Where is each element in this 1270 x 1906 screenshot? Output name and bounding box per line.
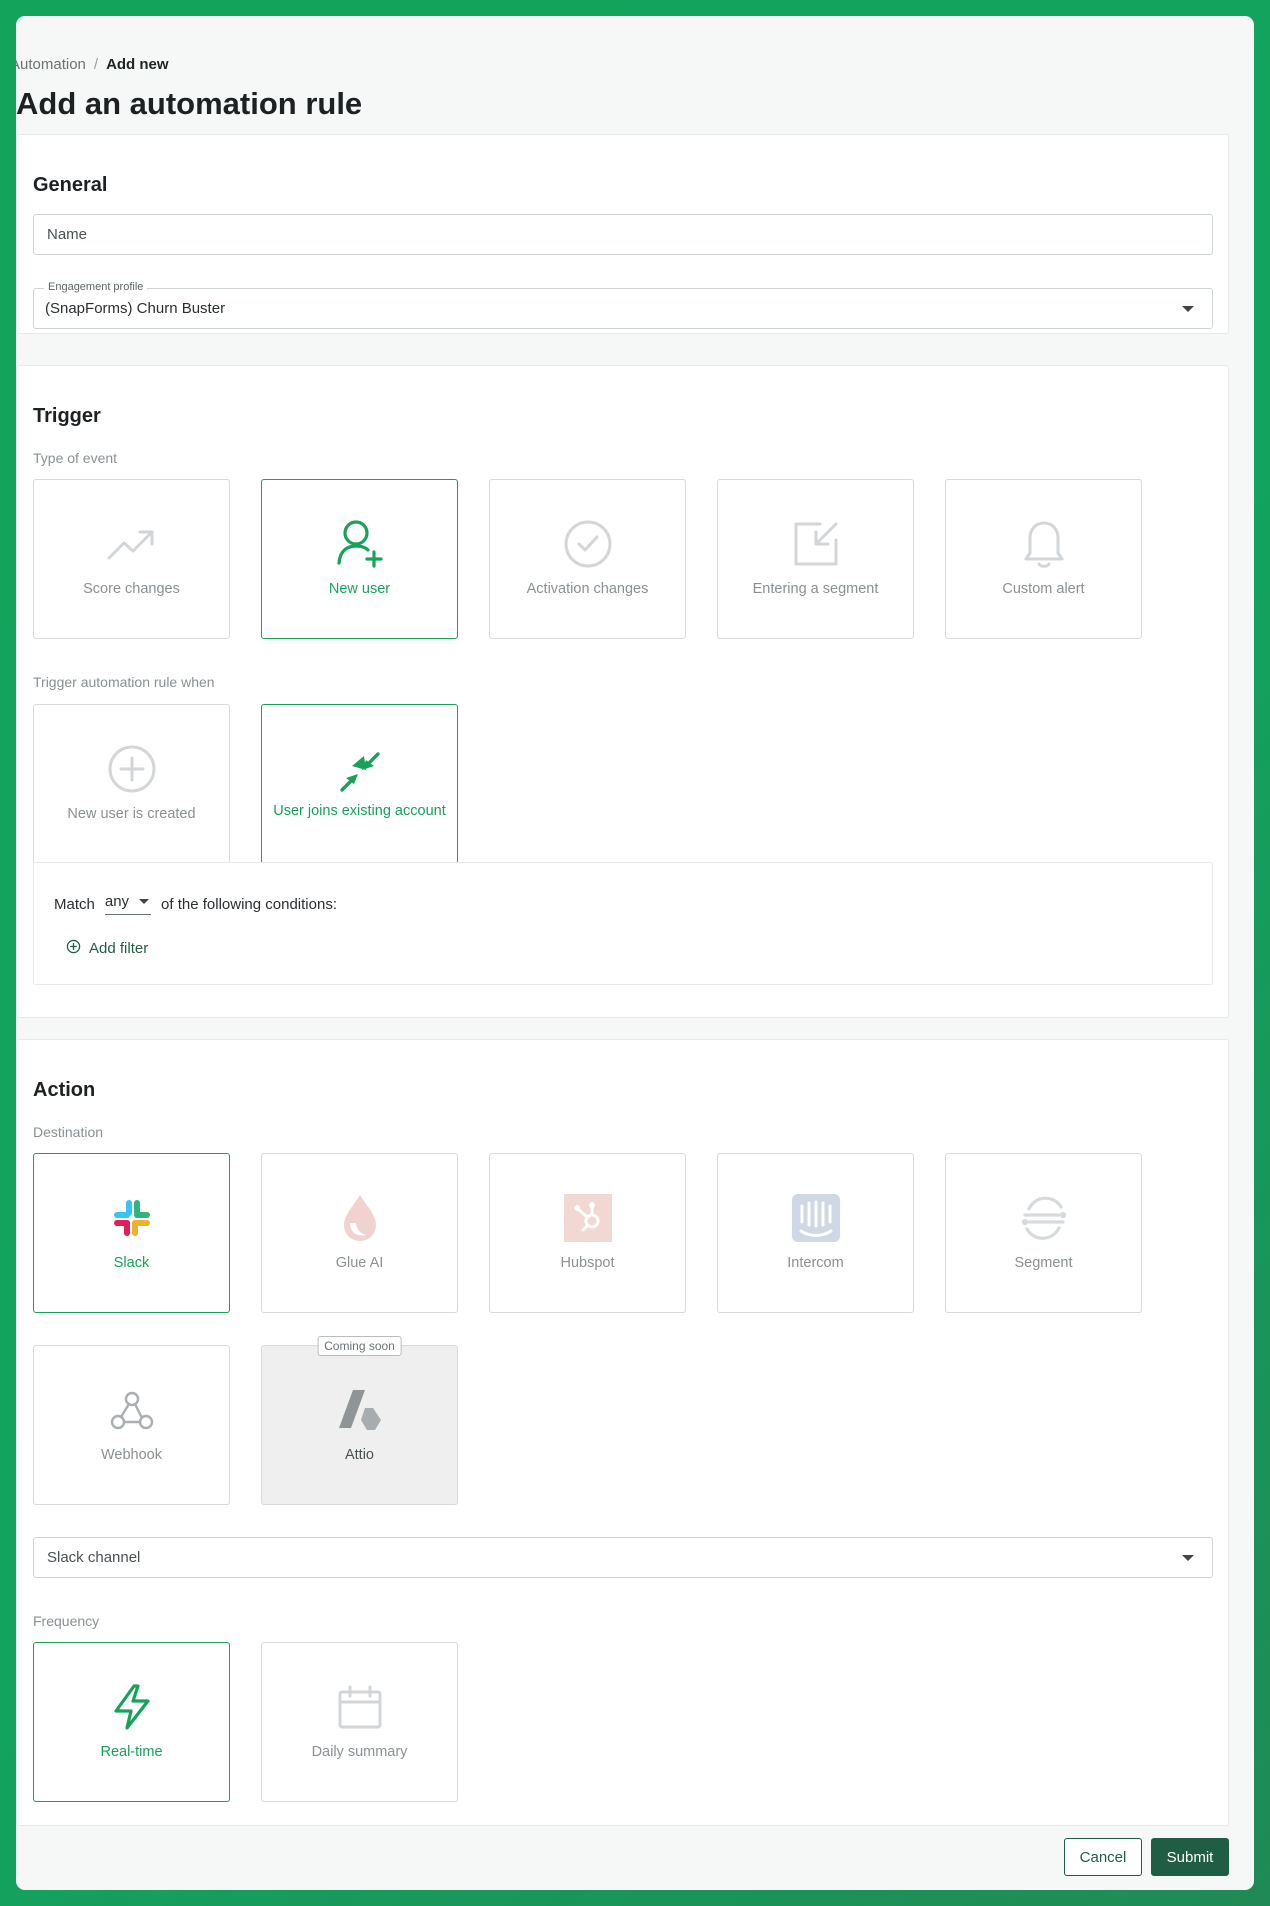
name-placeholder: Name xyxy=(47,226,88,243)
match-prefix: Match xyxy=(54,895,95,913)
intercom-icon xyxy=(791,1192,840,1244)
arrows-in-icon xyxy=(338,746,382,798)
chevron-down-icon xyxy=(139,899,150,904)
tile-label: Webhook xyxy=(101,1447,162,1463)
coming-soon-badge: Coming soon xyxy=(317,1336,402,1356)
cancel-button[interactable]: Cancel xyxy=(1064,1838,1142,1876)
tile-label: Slack xyxy=(113,1255,150,1271)
conditions-panel: Match any of the following conditions: A… xyxy=(33,862,1213,985)
tile-label: Real-time xyxy=(100,1744,163,1760)
trigger-title: Trigger xyxy=(33,405,101,427)
breadcrumb-separator: / xyxy=(93,56,99,73)
segment-icon xyxy=(1019,1192,1069,1244)
slack-icon xyxy=(112,1192,152,1244)
slack-channel-placeholder: Slack channel xyxy=(47,1549,141,1566)
tile-label: Daily summary xyxy=(311,1744,408,1760)
when-tile-new-user-created[interactable]: New user is created xyxy=(33,704,230,864)
tile-label: New user is created xyxy=(67,806,196,822)
tile-label: Attio xyxy=(344,1447,374,1463)
tile-label: Segment xyxy=(1014,1255,1073,1271)
add-filter-button[interactable]: Add filter xyxy=(66,939,148,958)
tile-label: Entering a segment xyxy=(752,581,879,597)
engagement-profile-select[interactable]: Engagement profile (SnapForms) Churn Bus… xyxy=(33,281,1213,329)
tile-label: Hubspot xyxy=(560,1255,615,1271)
destination-tile-segment[interactable]: Segment xyxy=(945,1153,1142,1313)
engagement-profile-label: Engagement profile xyxy=(44,281,148,293)
breadcrumb: Automation / Add new xyxy=(16,56,169,73)
enter-segment-icon xyxy=(792,518,840,570)
destination-tile-hubspot[interactable]: Hubspot xyxy=(489,1153,686,1313)
plus-circle-icon xyxy=(107,743,157,795)
tile-label: User joins existing account xyxy=(273,803,446,819)
general-card: General Name Engagement profile (SnapFor… xyxy=(16,134,1229,334)
tile-label: Custom alert xyxy=(1002,581,1085,597)
destination-label: Destination xyxy=(33,1124,104,1140)
destination-tile-intercom[interactable]: Intercom xyxy=(717,1153,914,1313)
tile-label: Intercom xyxy=(787,1255,844,1271)
engagement-profile-value: (SnapForms) Churn Buster xyxy=(45,300,226,317)
destination-tile-slack[interactable]: Slack xyxy=(33,1153,230,1313)
destination-tile-webhook[interactable]: Webhook xyxy=(33,1345,230,1505)
chevron-down-icon xyxy=(1182,1555,1194,1561)
tile-label: Activation changes xyxy=(526,581,649,597)
match-select[interactable]: any xyxy=(104,893,152,915)
page-title: Add an automation rule xyxy=(16,86,363,121)
general-title: General xyxy=(33,174,108,196)
action-card: Action Destination Slack Glue AI Hubspot… xyxy=(16,1039,1229,1826)
trending-up-icon xyxy=(106,518,158,570)
glue-ai-icon xyxy=(340,1192,380,1244)
destination-tile-glue-ai[interactable]: Glue AI xyxy=(261,1153,458,1313)
app-window: Automation / Add new Add an automation r… xyxy=(16,16,1254,1890)
destination-tile-attio: Coming soon Attio xyxy=(261,1336,458,1505)
event-tile-score-changes[interactable]: Score changes xyxy=(33,479,230,639)
event-tile-entering-segment[interactable]: Entering a segment xyxy=(717,479,914,639)
lightning-icon xyxy=(110,1681,154,1733)
chevron-down-icon xyxy=(1182,306,1194,312)
frequency-tile-daily-summary[interactable]: Daily summary xyxy=(261,1642,458,1802)
match-row: Match any of the following conditions: xyxy=(54,893,337,915)
calendar-icon xyxy=(337,1681,383,1733)
frequency-tile-real-time[interactable]: Real-time xyxy=(33,1642,230,1802)
breadcrumb-parent[interactable]: Automation xyxy=(16,56,86,73)
submit-button[interactable]: Submit xyxy=(1151,1838,1229,1876)
bell-icon xyxy=(1024,518,1064,570)
slack-channel-select[interactable]: Slack channel xyxy=(33,1537,1213,1578)
name-input[interactable]: Name xyxy=(33,214,1213,255)
tile-label: New user xyxy=(328,581,391,597)
event-tile-new-user[interactable]: New user xyxy=(261,479,458,639)
match-suffix: of the following conditions: xyxy=(161,895,337,913)
add-user-icon xyxy=(336,518,384,570)
action-title: Action xyxy=(33,1079,96,1101)
event-type-label: Type of event xyxy=(33,450,118,466)
attio-icon xyxy=(335,1384,385,1436)
check-circle-icon xyxy=(563,518,613,570)
tile-label: Glue AI xyxy=(335,1255,384,1271)
tile-label: Score changes xyxy=(83,581,180,597)
hubspot-icon xyxy=(563,1192,612,1244)
trigger-when-label: Trigger automation rule when xyxy=(33,674,215,690)
event-tile-activation-changes[interactable]: Activation changes xyxy=(489,479,686,639)
when-tile-user-joins-account[interactable]: User joins existing account xyxy=(261,704,458,864)
webhook-icon xyxy=(109,1384,155,1436)
match-value: any xyxy=(104,893,130,910)
plus-circle-icon xyxy=(66,939,81,958)
event-tile-custom-alert[interactable]: Custom alert xyxy=(945,479,1142,639)
trigger-card: Trigger Type of event Score changes New … xyxy=(16,365,1229,1018)
breadcrumb-current: Add new xyxy=(106,56,169,73)
add-filter-label: Add filter xyxy=(89,940,149,957)
frequency-label: Frequency xyxy=(33,1613,100,1629)
